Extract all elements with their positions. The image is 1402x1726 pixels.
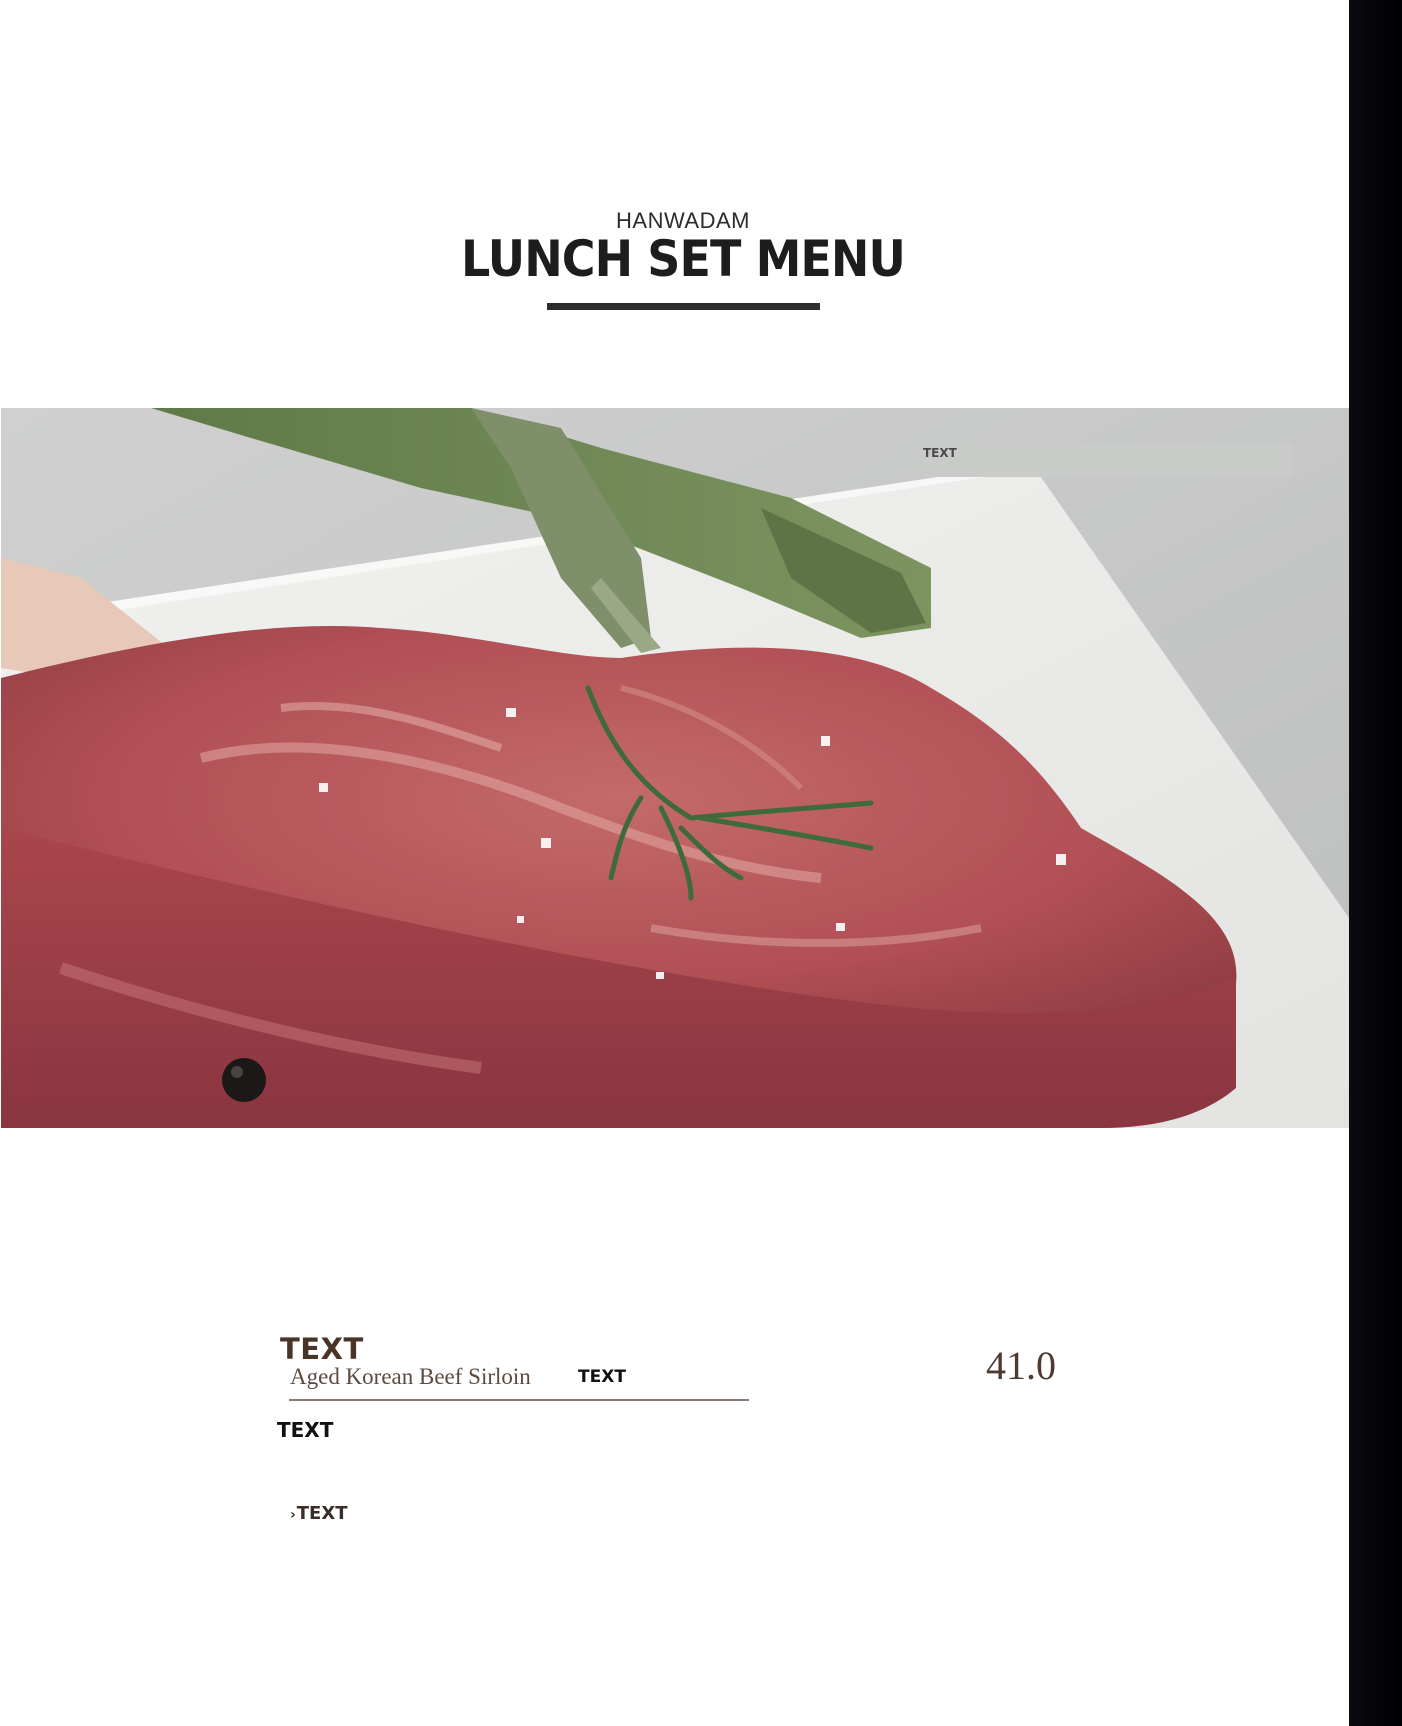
menu-item-description: Aged Korean Beef Sirloin bbox=[290, 1364, 531, 1389]
menu-page: HANWADAM LUNCH SET MENU TEXT TEXT Aged K… bbox=[0, 0, 1349, 1726]
steak-photo bbox=[1, 408, 1349, 1128]
menu-item-divider bbox=[289, 1399, 749, 1401]
menu-item-name: TEXT bbox=[280, 1332, 364, 1366]
chevron-right-icon: › bbox=[290, 1507, 296, 1523]
page-title: LUNCH SET MENU bbox=[461, 230, 906, 288]
photo-label: TEXT bbox=[923, 446, 957, 460]
menu-item-price: 41.0 bbox=[986, 1343, 1056, 1388]
menu-item-tag: TEXT bbox=[578, 1367, 626, 1387]
menu-item-note: TEXT bbox=[277, 1418, 334, 1442]
menu-item-extra-label: TEXT bbox=[296, 1503, 348, 1524]
title-underline bbox=[547, 303, 820, 310]
window-edge bbox=[1349, 0, 1402, 1726]
photo-label-bar: TEXT bbox=[923, 443, 1293, 477]
menu-item-extra-link[interactable]: ›TEXT bbox=[290, 1503, 348, 1524]
